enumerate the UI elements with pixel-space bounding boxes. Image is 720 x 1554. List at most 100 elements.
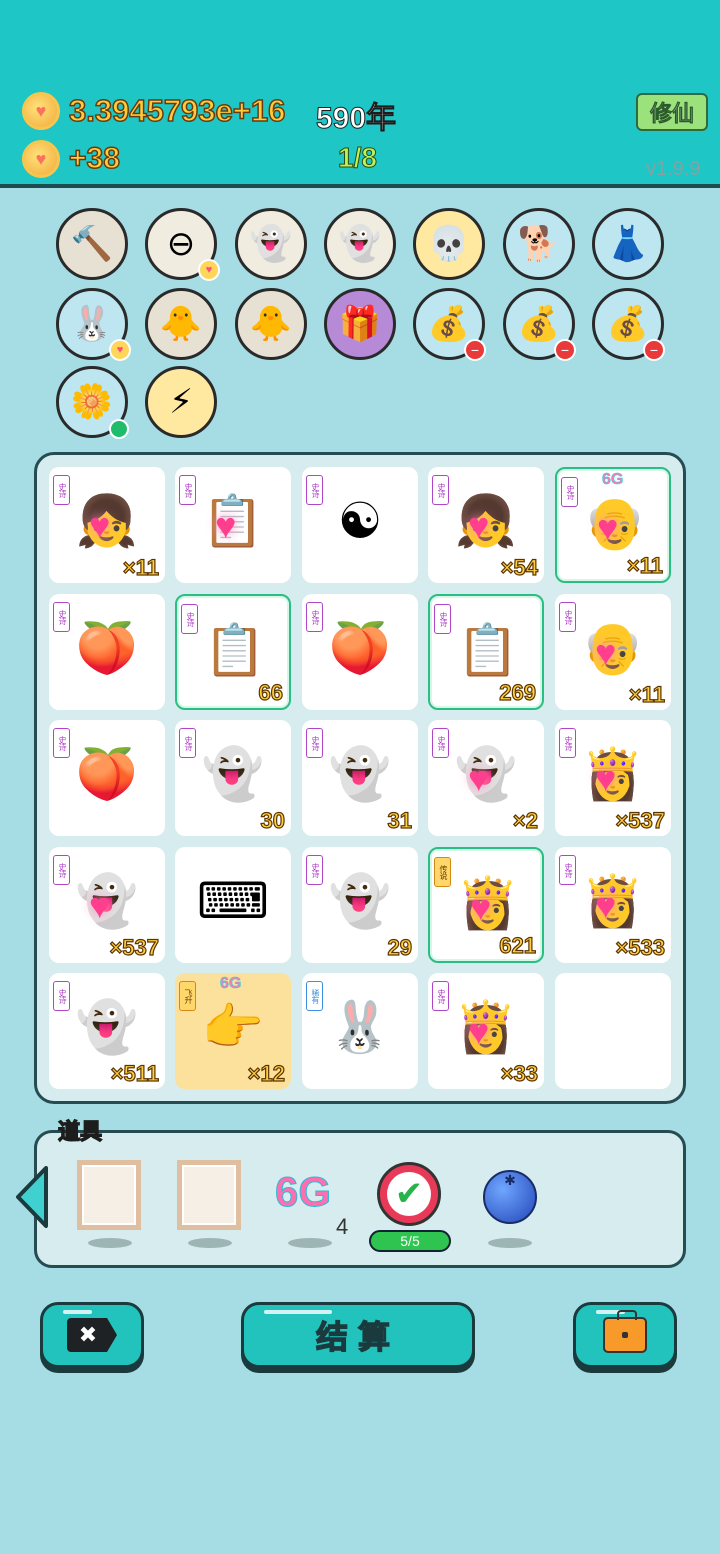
remove-badge-icon: − bbox=[643, 339, 665, 361]
board-cell[interactable]: 史诗 👴 6G ×11 ♥ bbox=[555, 467, 671, 583]
love-heart-icon: ♥ bbox=[470, 887, 492, 928]
board-cell[interactable]: 史诗 👻 31 bbox=[302, 720, 418, 836]
peach-icon-3: 🍑 bbox=[75, 745, 139, 802]
scroll-left-arrow-icon[interactable] bbox=[14, 1164, 50, 1230]
item-slot[interactable]: 🐥 bbox=[145, 288, 217, 360]
bagua-icon: ☯ bbox=[337, 493, 383, 549]
grade-label: 6G bbox=[220, 975, 242, 993]
board-cell[interactable]: 传说 👸 621 ♥ bbox=[428, 847, 544, 963]
board-cell[interactable]: 飞升 👉 6G ×12 bbox=[175, 973, 291, 1089]
love-heart-icon: ♥ bbox=[595, 758, 617, 799]
board-cell[interactable]: 史诗 👻 ×2 ♥ bbox=[428, 720, 544, 836]
board-cell[interactable]: 史诗 👸 ×533 ♥ bbox=[555, 847, 671, 963]
item-count: 621 bbox=[499, 932, 537, 958]
item-count: ×11 bbox=[626, 552, 663, 578]
settle-label: 结算 bbox=[315, 1318, 400, 1355]
income-coin-icon: ♥ bbox=[22, 140, 60, 178]
grade-label: 6G bbox=[602, 471, 624, 489]
item-count: ×12 bbox=[247, 1060, 286, 1086]
ghost-heart-icon-6: 👻 bbox=[75, 998, 139, 1055]
board-cell[interactable]: 史诗 📋 ♥ bbox=[175, 467, 291, 583]
item-count: ×537 bbox=[615, 807, 666, 833]
item-count: 30 bbox=[260, 807, 286, 833]
ghost-heart-icon-2: 👻 bbox=[328, 745, 392, 802]
check-prop[interactable]: ✔ bbox=[377, 1162, 441, 1226]
board-cell[interactable]: 史诗 👸 ×537 ♥ bbox=[555, 720, 671, 836]
love-heart-icon: ♥ bbox=[89, 505, 111, 546]
close-x-icon: ✖ bbox=[67, 1318, 117, 1352]
item-slot[interactable]: 🐕 bbox=[503, 208, 575, 280]
settle-button[interactable]: 结算 bbox=[241, 1302, 475, 1368]
years-counter: 590年 bbox=[315, 102, 397, 136]
keyboard-icon: ⌨ bbox=[196, 873, 270, 929]
item-slot[interactable]: 💰 − bbox=[503, 288, 576, 361]
item-slot[interactable]: 🌼 bbox=[56, 366, 129, 439]
empty-frame-slot[interactable] bbox=[77, 1160, 141, 1230]
briefcase-icon bbox=[603, 1310, 647, 1353]
check-progress: 5/5 bbox=[369, 1230, 451, 1252]
board-cell[interactable]: ⌨ bbox=[175, 847, 291, 963]
item-slot[interactable]: 👻 bbox=[324, 208, 396, 280]
props-label: 道具 bbox=[57, 1118, 103, 1144]
income-rate: +38 bbox=[68, 141, 120, 176]
board-cell[interactable]: 史诗 📋 269 bbox=[428, 594, 544, 710]
merge-board: 史诗 👧 ×11 ♥ 史诗 📋 ♥ 史诗 ☯ 史诗 👧 ×54 ♥ 史诗 👴 6G ×11 ♥ 史诗 🍑 史诗 📋 66 史诗… bbox=[34, 452, 686, 1104]
item-count: 66 bbox=[258, 679, 284, 705]
check-icon: ✔ bbox=[387, 1172, 431, 1216]
version-label: v1.9.9 bbox=[646, 158, 701, 180]
item-count: ×2 bbox=[512, 807, 538, 833]
item-count: ×511 bbox=[110, 1060, 160, 1086]
level-progress: 1/8 bbox=[338, 142, 378, 174]
item-slot[interactable]: 💰 − bbox=[413, 288, 486, 361]
board-cell[interactable]: 史诗 🍑 bbox=[49, 594, 165, 710]
prop-shadow bbox=[288, 1238, 332, 1248]
sixg-prop[interactable]: 6G bbox=[274, 1168, 331, 1216]
item-slot[interactable]: 🐥 bbox=[235, 288, 307, 360]
bag-button[interactable] bbox=[573, 1302, 677, 1368]
no-entry-icon: ⊖ bbox=[166, 225, 196, 263]
blueberry-prop[interactable]: ✱ bbox=[483, 1170, 537, 1224]
prop-shadow bbox=[188, 1238, 232, 1248]
board-cell[interactable]: 史诗 👻 ×537 ♥ bbox=[49, 847, 165, 963]
empty-frame-slot-2[interactable] bbox=[177, 1160, 241, 1230]
board-cell[interactable]: 史诗 🍑 bbox=[302, 594, 418, 710]
love-heart-icon: ♥ bbox=[468, 758, 490, 799]
close-button[interactable]: ✖ bbox=[40, 1302, 144, 1368]
remove-badge-icon: − bbox=[464, 339, 486, 361]
love-heart-icon: ♥ bbox=[597, 507, 619, 548]
item-slot[interactable]: 🎁 bbox=[324, 288, 396, 360]
love-heart-icon: ♥ bbox=[468, 505, 490, 546]
board-cell[interactable]: 史诗 ☯ bbox=[302, 467, 418, 583]
cultivate-button[interactable]: 修仙 bbox=[636, 93, 708, 131]
board-cell[interactable]: 史诗 👻 ×511 bbox=[49, 973, 165, 1089]
item-count: ×537 bbox=[109, 934, 160, 960]
item-slot[interactable]: 👻 bbox=[235, 208, 307, 280]
sixg-count: 4 bbox=[336, 1214, 349, 1239]
item-slot[interactable]: ⊖ ♥ bbox=[145, 208, 220, 281]
board-cell[interactable]: 史诗 👻 29 bbox=[302, 847, 418, 963]
board-cell[interactable]: 稀有 🐰 bbox=[302, 973, 418, 1089]
hammer-icon: 🔨 bbox=[70, 225, 114, 263]
board-cell[interactable]: 史诗 👴 ×11 ♥ bbox=[555, 594, 671, 710]
copy-paste-icon-2: 📋 bbox=[203, 621, 267, 678]
board-cell[interactable] bbox=[555, 973, 671, 1089]
item-slot[interactable]: 🔨 bbox=[56, 208, 128, 280]
peach-icon: 🍑 bbox=[75, 619, 139, 676]
item-slot[interactable]: 👗 bbox=[592, 208, 664, 280]
board-cell[interactable]: 史诗 👸 ×33 ♥ bbox=[428, 973, 544, 1089]
board-cell[interactable]: 史诗 🍑 bbox=[49, 720, 165, 836]
item-slot[interactable]: 💀 bbox=[413, 208, 485, 280]
item-count: 31 bbox=[387, 807, 413, 833]
remove-badge-icon: − bbox=[554, 339, 576, 361]
item-slot[interactable]: ⚡ bbox=[145, 366, 217, 438]
peach-icon-2: 🍑 bbox=[328, 619, 392, 676]
board-cell[interactable]: 史诗 👻 30 bbox=[175, 720, 291, 836]
top-bar: ♥ 3.3945793e+16 590年 ♥ +38 1/8 修仙 v1.9.9 bbox=[0, 0, 720, 188]
board-cell[interactable]: 史诗 👧 ×11 ♥ bbox=[49, 467, 165, 583]
board-cell[interactable]: 史诗 📋 66 bbox=[175, 594, 291, 710]
item-count: ×33 bbox=[500, 1060, 539, 1086]
item-slot[interactable]: 💰 − bbox=[592, 288, 665, 361]
gift-box-icon: 🎁 bbox=[338, 305, 382, 343]
item-slot[interactable]: 🐰 ♥ bbox=[56, 288, 131, 361]
board-cell[interactable]: 史诗 👧 ×54 ♥ bbox=[428, 467, 544, 583]
